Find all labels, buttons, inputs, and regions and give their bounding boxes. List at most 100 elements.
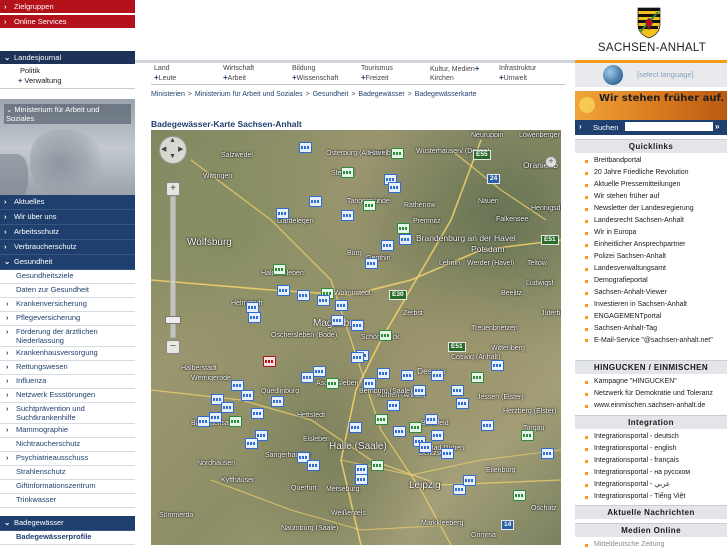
zoom-slider-knob[interactable] (165, 316, 181, 324)
nav-item-arbeitsschutz[interactable]: › Arbeitsschutz (0, 225, 135, 240)
quicklinks-item[interactable]: 20 Jahre Friedliche Revolution (575, 167, 727, 179)
bathing-site-marker-icon[interactable] (409, 422, 422, 433)
bathing-site-marker-icon[interactable] (299, 142, 312, 153)
hingucken-item[interactable]: Netzwerk für Demokratie und Toleranz (575, 388, 727, 400)
integration-item[interactable]: Integrationsportal - english (575, 443, 727, 455)
bathing-site-marker-icon[interactable] (387, 400, 400, 411)
bathing-site-marker-icon[interactable] (456, 398, 469, 409)
bathing-site-marker-icon[interactable] (425, 414, 438, 425)
quicklinks-item[interactable]: ENGAGEMENTportal (575, 311, 727, 323)
promo-banner[interactable]: Wir stehen früher auf. (575, 91, 727, 120)
quicklinks-item[interactable]: Newsletter der Landesregierung (575, 203, 727, 215)
bathing-site-marker-icon[interactable] (309, 196, 322, 207)
nav-item-gesundheit[interactable]: ⌄ Gesundheit (0, 255, 135, 270)
bathing-site-marker-icon[interactable] (375, 414, 388, 425)
bathing-site-marker-icon[interactable] (381, 240, 394, 251)
subnav-item[interactable]: Strahlenschutz (0, 466, 135, 480)
hingucken-item[interactable]: www.einmischen.sachsen-anhalt.de (575, 400, 727, 412)
bathing-site-marker-icon[interactable] (513, 490, 526, 501)
bathing-site-marker-icon[interactable] (363, 378, 376, 389)
integration-item[interactable]: Integrationsportal - français (575, 455, 727, 467)
bathing-site-marker-icon[interactable] (355, 474, 368, 485)
map-expand-button[interactable]: + (545, 156, 557, 168)
bathing-site-marker-icon[interactable] (451, 385, 464, 396)
bathing-site-marker-icon[interactable] (377, 368, 390, 379)
integration-item[interactable]: Integrationsportal - عربي (575, 479, 727, 491)
bathing-site-marker-icon[interactable] (277, 285, 290, 296)
quicklinks-item[interactable]: Einheitlicher Ansprechpartner (575, 239, 727, 251)
quicklinks-item[interactable]: Polizei Sachsen-Anhalt (575, 251, 727, 263)
subnav-item[interactable]: › Suchtprävention und Suchtkrankenhilfe (0, 403, 135, 424)
integration-item[interactable]: Integrationsportal - deutsch (575, 431, 727, 443)
bathing-site-marker-icon[interactable] (313, 366, 326, 377)
ministry-title[interactable]: ⌄ Ministerium für Arbeit und Soziales (4, 104, 131, 124)
bathing-site-marker-icon[interactable] (221, 402, 234, 413)
bathing-site-marker-icon[interactable] (351, 352, 364, 363)
mainnav-infrastruktur-umwelt[interactable]: Infrastruktur +Umwelt (496, 64, 565, 84)
pan-left-icon[interactable]: ◀ (161, 145, 166, 153)
breadcrumb-item[interactable]: Gesundheit (313, 91, 349, 98)
bathing-site-marker-icon[interactable] (241, 390, 254, 401)
sachsen-anhalt-logo[interactable]: SACHSEN-ANHALT (596, 4, 708, 58)
bathing-site-marker-icon[interactable] (481, 420, 494, 431)
bathing-site-marker-icon[interactable] (271, 396, 284, 407)
bathing-site-marker-icon[interactable] (197, 416, 210, 427)
subnav-item[interactable]: Giftinformationszentrum (0, 480, 135, 494)
subnav-item[interactable]: › Psychiatrieausschuss (0, 452, 135, 466)
nav-landesjournal[interactable]: ⌄ Landesjournal (0, 51, 135, 64)
quicklinks-item[interactable]: Breitbandportal (575, 155, 727, 167)
bathing-site-marker-icon[interactable] (341, 167, 354, 178)
bathing-site-marker-icon[interactable] (399, 234, 412, 245)
mainnav-wirtschaft-arbeit[interactable]: Wirtschaft +Arbeit (220, 64, 289, 84)
bathing-site-marker-icon[interactable] (388, 182, 401, 193)
subnav-item[interactable]: › Krankenhausversorgung (0, 347, 135, 361)
bathing-site-marker-icon[interactable] (463, 475, 476, 486)
quicklinks-item[interactable]: Landesverwaltungsamt (575, 263, 727, 275)
bathing-site-marker-icon[interactable] (273, 264, 286, 275)
bathing-site-marker-icon[interactable] (521, 430, 534, 441)
quicklinks-item[interactable]: Investieren in Sachsen-Anhalt (575, 299, 727, 311)
subnav-item[interactable]: › Rettungswesen (0, 361, 135, 375)
bathing-site-marker-icon[interactable] (341, 210, 354, 221)
subnav-item[interactable]: › Förderung der ärztlichen Niederlassung (0, 326, 135, 347)
bathing-site-marker-icon[interactable] (363, 200, 376, 211)
bathing-site-marker-icon[interactable] (245, 438, 258, 449)
subnav-item[interactable]: › Influenza (0, 375, 135, 389)
hingucken-item[interactable]: Kampagne "HINGUCKEN" (575, 376, 727, 388)
zoom-in-button[interactable]: + (166, 182, 180, 196)
bathing-site-marker-icon[interactable] (326, 378, 339, 389)
bathing-site-marker-icon[interactable] (431, 430, 444, 441)
bathing-site-marker-icon[interactable] (491, 360, 504, 371)
bathing-site-marker-icon[interactable] (391, 148, 404, 159)
bathing-site-marker-icon[interactable] (471, 372, 484, 383)
pan-up-icon[interactable]: ▲ (169, 137, 176, 144)
subnav-item-badegewaesserprofile[interactable]: Badegewässerprofile (0, 531, 135, 545)
quicklinks-item[interactable]: Sachsen-Anhalt-Viewer (575, 287, 727, 299)
bathing-site-marker-icon[interactable] (413, 385, 426, 396)
bathing-site-marker-icon[interactable] (229, 416, 242, 427)
subnav-item[interactable]: Daten zur Gesundheit (0, 284, 135, 298)
map-pan-control[interactable]: ▲ ◀ ▶ ▼ (159, 136, 187, 164)
quicklinks-item[interactable]: Landesrecht Sachsen-Anhalt (575, 215, 727, 227)
quicklinks-item[interactable]: Wir stehen früher auf (575, 191, 727, 203)
subnav-item[interactable]: › Netzwerk Essstörungen (0, 389, 135, 403)
search-input[interactable] (625, 122, 713, 131)
nav-item-verbraucherschutz[interactable]: › Verbraucherschutz (0, 240, 135, 255)
bathing-site-marker-icon[interactable] (419, 442, 432, 453)
bathing-site-marker-icon[interactable] (541, 448, 554, 459)
nav-item-badegewaesser[interactable]: ⌄ Badegewässer (0, 516, 135, 531)
bathing-site-marker-icon[interactable] (331, 315, 344, 326)
bathing-site-marker-icon[interactable] (431, 370, 444, 381)
language-label[interactable]: [select language] (637, 70, 694, 79)
bathing-water-map[interactable]: Salzwedel Osterburg (Altmark) Havelberg Wus… (151, 130, 561, 545)
mainnav-tourismus-freizeit[interactable]: Tourismus +Freizeit (358, 64, 427, 84)
subnav-item[interactable]: › Krankenversicherung (0, 298, 135, 312)
search-submit-icon[interactable]: » (715, 122, 719, 131)
breadcrumb-item[interactable]: Ministerium für Arbeit und Soziales (195, 91, 303, 98)
nav-zielgruppen[interactable]: › Zielgruppen (0, 0, 135, 13)
bathing-site-marker-icon[interactable] (349, 422, 362, 433)
quicklinks-item[interactable]: Sachsen-Anhalt-Tag (575, 323, 727, 335)
bathing-site-marker-icon[interactable] (263, 356, 276, 367)
nav-item-wir-ueber-uns[interactable]: › Wir über uns (0, 210, 135, 225)
bathing-site-marker-icon[interactable] (379, 330, 392, 341)
